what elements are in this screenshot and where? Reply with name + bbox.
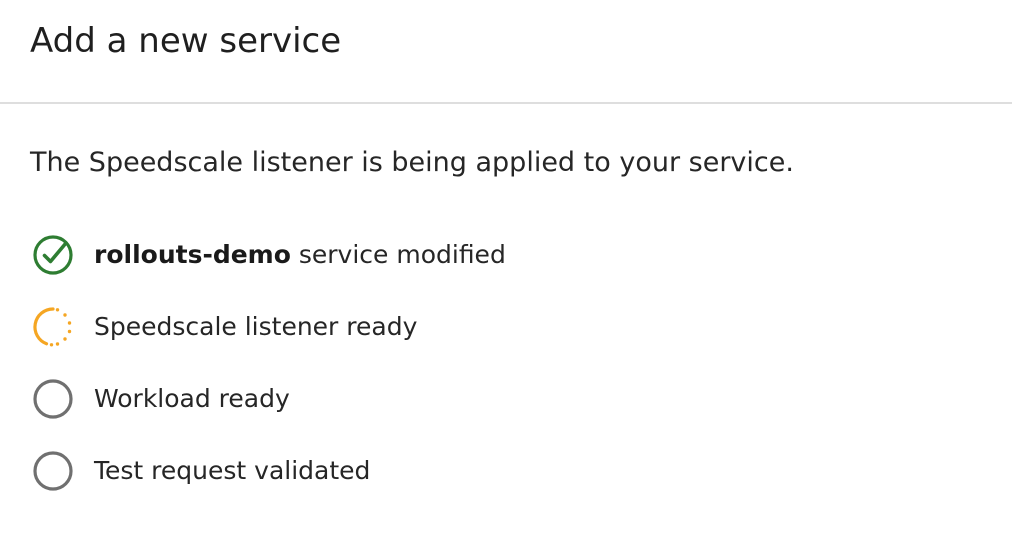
empty-circle-icon: [32, 450, 74, 492]
spinner-icon: [32, 306, 74, 348]
status-description: The Speedscale listener is being applied…: [30, 147, 794, 178]
empty-circle-icon: [32, 378, 74, 420]
page-title: Add a new service: [30, 21, 342, 61]
service-name: rollouts-demo: [94, 240, 291, 269]
step-listener-ready: Speedscale listener ready: [32, 306, 506, 348]
step-label: rollouts-demo service modified: [94, 239, 506, 271]
header: Add a new service: [0, 0, 1012, 104]
step-label-suffix: service modified: [290, 240, 506, 269]
step-workload-ready: Workload ready: [32, 378, 506, 420]
step-test-request-validated: Test request validated: [32, 450, 506, 492]
step-list: rollouts-demo service modified Speedscal…: [32, 234, 506, 522]
step-label: Speedscale listener ready: [94, 312, 418, 341]
step-label: Workload ready: [94, 384, 290, 413]
check-circle-icon: [32, 234, 74, 276]
step-service-modified: rollouts-demo service modified: [32, 234, 506, 276]
step-label: Test request validated: [94, 456, 371, 485]
